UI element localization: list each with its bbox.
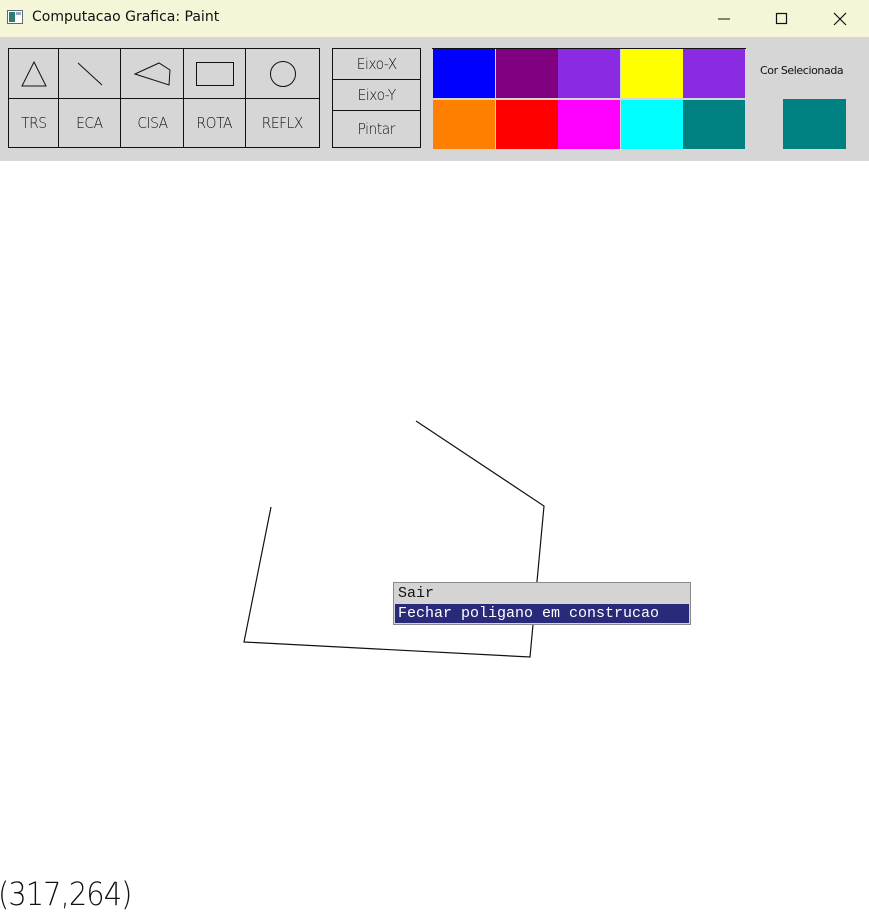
- polygon-in-construction: [243, 420, 545, 658]
- color-swatch[interactable]: [683, 100, 745, 149]
- transform-label: REFLX: [261, 114, 304, 132]
- eixo-x-label: Eixo-X: [356, 55, 397, 73]
- minimize-button[interactable]: [695, 0, 753, 37]
- close-button[interactable]: [811, 0, 869, 37]
- transform-cisa-button[interactable]: CISA: [121, 99, 184, 147]
- color-swatch[interactable]: [496, 100, 558, 149]
- color-swatch[interactable]: [621, 49, 683, 98]
- color-swatch[interactable]: [558, 100, 620, 149]
- transform-trs-button[interactable]: TRS: [9, 99, 59, 147]
- transform-label: ROTA: [196, 114, 233, 132]
- circle-tool-button[interactable]: [246, 49, 319, 99]
- close-icon: [833, 12, 847, 25]
- triangle-tool-button[interactable]: [9, 49, 59, 99]
- transform-label: TRS: [20, 114, 47, 132]
- app-icon: [7, 10, 23, 24]
- axis-panel: Eixo-X Eixo-Y Pintar: [332, 48, 421, 148]
- circle-icon: [269, 60, 296, 87]
- color-swatch[interactable]: [621, 100, 683, 149]
- menu-item-fechar-poligono[interactable]: Fechar poligano em construcao: [395, 604, 689, 623]
- rectangle-icon: [195, 61, 234, 86]
- coordinates-readout: (317,264): [0, 875, 132, 913]
- context-menu: Sair Fechar poligano em construcao: [393, 582, 691, 625]
- pintar-button[interactable]: Pintar: [333, 111, 420, 147]
- rectangle-tool-button[interactable]: [184, 49, 246, 99]
- transform-eca-button[interactable]: ECA: [59, 99, 121, 147]
- color-swatch[interactable]: [558, 49, 620, 98]
- maximize-button[interactable]: [753, 0, 811, 37]
- line-icon: [77, 62, 102, 85]
- color-swatch[interactable]: [433, 100, 495, 149]
- tool-grid: TRS ECA CISA ROTA REFLX: [8, 48, 320, 148]
- drawing-canvas[interactable]: [0, 161, 869, 910]
- menu-item-sair[interactable]: Sair: [395, 584, 689, 603]
- transform-label: ECA: [76, 114, 103, 132]
- title-bar: Computacao Grafica: Paint: [0, 0, 869, 37]
- eixo-y-label: Eixo-Y: [357, 86, 396, 104]
- minimize-icon: [718, 18, 730, 19]
- toolbar: TRS ECA CISA ROTA REFLX Eixo-X Eixo-Y Pi…: [0, 37, 869, 161]
- eixo-x-button[interactable]: Eixo-X: [333, 49, 420, 80]
- color-palette: [432, 48, 746, 149]
- transform-reflx-button[interactable]: REFLX: [246, 99, 319, 147]
- selected-color-swatch: [783, 99, 846, 149]
- eixo-y-button[interactable]: Eixo-Y: [333, 80, 420, 111]
- color-swatch[interactable]: [496, 49, 558, 98]
- selected-color-label: Cor Selecionada: [760, 64, 844, 77]
- line-tool-button[interactable]: [59, 49, 121, 99]
- color-swatch[interactable]: [433, 49, 495, 98]
- transform-label: CISA: [136, 114, 168, 132]
- transform-rota-button[interactable]: ROTA: [184, 99, 246, 147]
- pintar-label: Pintar: [357, 120, 396, 138]
- maximize-icon: [775, 12, 788, 24]
- color-swatch[interactable]: [683, 49, 745, 98]
- triangle-icon: [20, 60, 47, 86]
- polygon-tool-button[interactable]: [121, 49, 184, 99]
- polygon-icon: [133, 61, 171, 86]
- window-title: Computacao Grafica: Paint: [32, 9, 220, 25]
